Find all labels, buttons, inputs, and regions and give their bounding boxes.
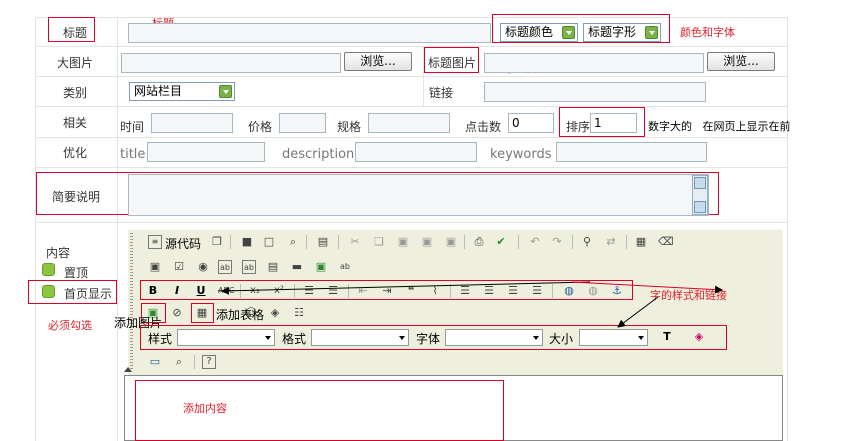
arrow-to-font-bar bbox=[617, 296, 659, 328]
annotation-arrows bbox=[221, 281, 723, 328]
arrow-red bbox=[571, 281, 723, 294]
arrow-to-text-style bbox=[221, 281, 591, 295]
